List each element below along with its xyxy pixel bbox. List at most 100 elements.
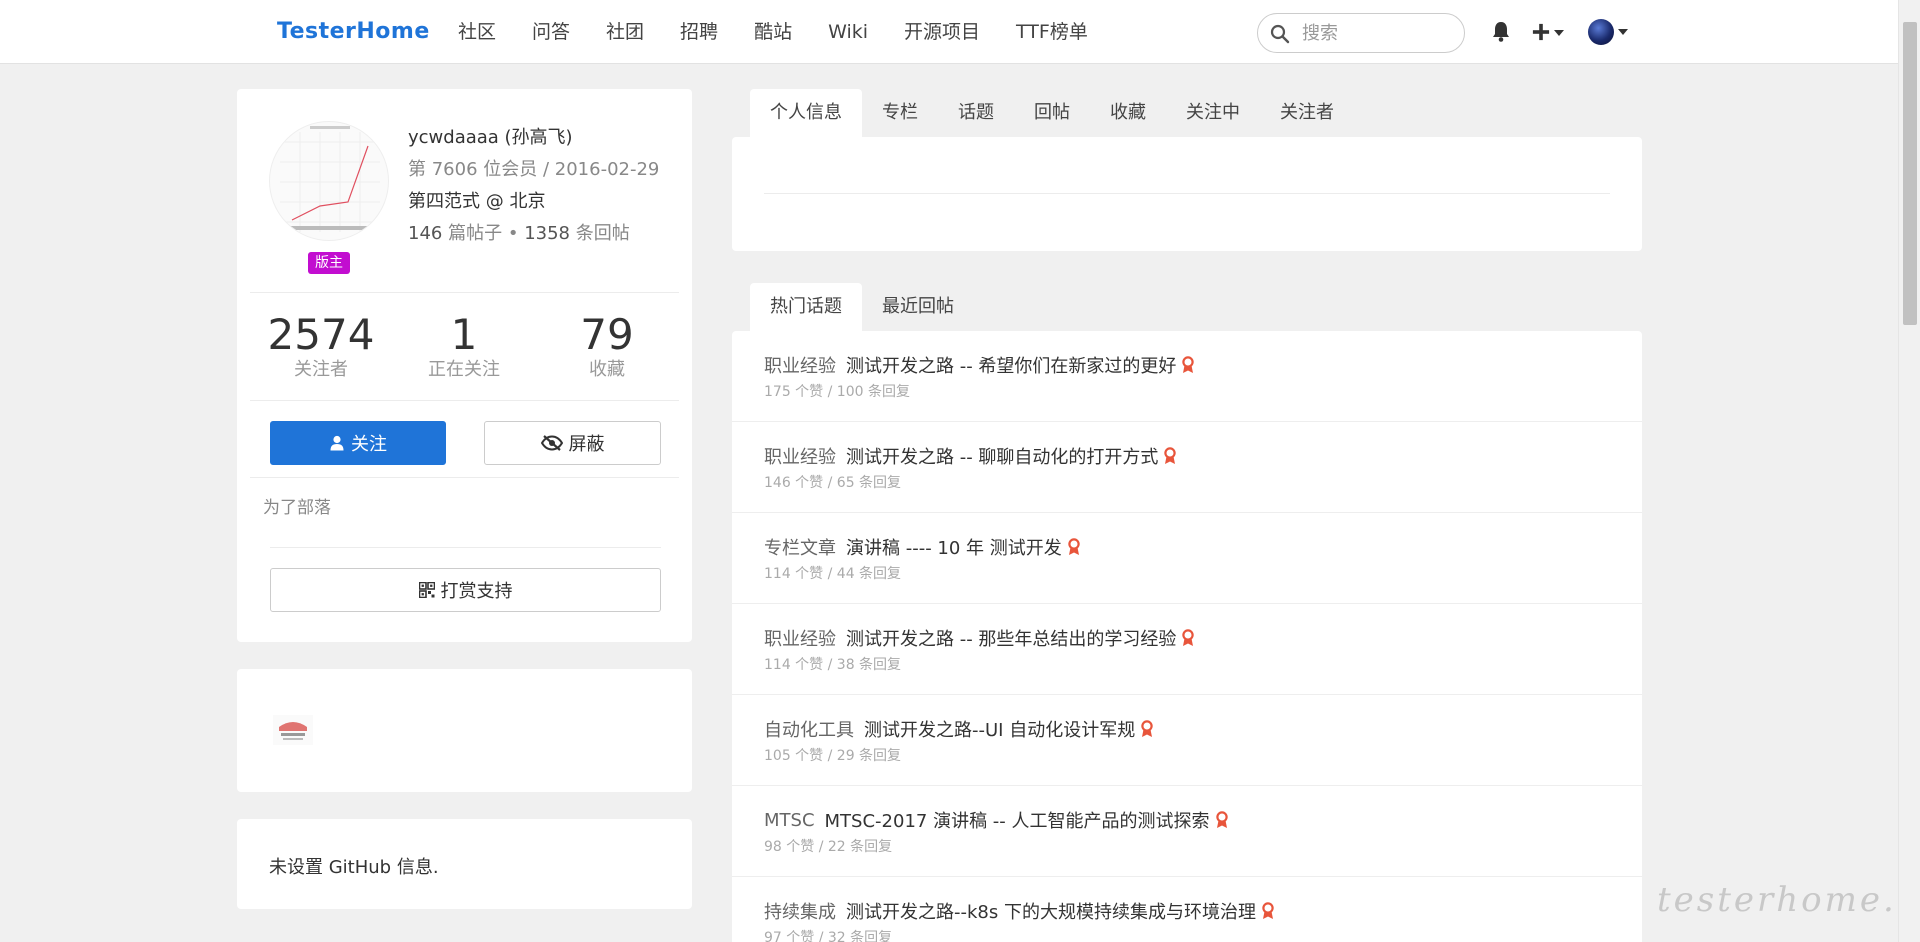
member-info: 第 7606 位会员 / 2016-02-29	[408, 159, 660, 180]
block-button-label: 屏蔽	[568, 434, 605, 455]
nav-link-wiki[interactable]: Wiki	[810, 0, 886, 64]
new-menu-button[interactable]	[1532, 18, 1566, 46]
topic-item: 职业经验 测试开发之路 -- 希望你们在新家过的更好 175 个赞 / 100 …	[732, 331, 1642, 422]
user-menu-button[interactable]	[1588, 18, 1633, 46]
topic-node[interactable]: 持续集成	[764, 898, 836, 924]
profile-card: 版主 ycwdaaaa (孙高飞) 第 7606 位会员 / 2016-02-2…	[237, 89, 692, 642]
brand-logo[interactable]: TesterHome	[277, 19, 430, 44]
profile-avatar-image	[280, 126, 380, 232]
topic-item: 职业经验 测试开发之路 -- 那些年总结出的学习经验 114 个赞 / 38 条…	[732, 604, 1642, 695]
search-input[interactable]	[1302, 22, 1452, 44]
topic-meta: 175 个赞 / 100 条回复	[764, 384, 910, 400]
divider	[764, 193, 1610, 194]
award-icon	[1215, 811, 1228, 828]
top-navbar: TesterHome 社区 问答 社团 招聘 酷站 Wiki 开源项目 TTF榜…	[0, 0, 1898, 64]
topic-title-row: 职业经验 测试开发之路 -- 聊聊自动化的打开方式	[764, 443, 1177, 469]
topic-meta: 98 个赞 / 22 条回复	[764, 839, 893, 855]
award-icon	[1262, 902, 1274, 919]
block-button[interactable]: 屏蔽	[484, 421, 661, 465]
award-icon	[1141, 720, 1153, 737]
tab-personal-info[interactable]: 个人信息	[750, 89, 862, 137]
eye-slash-icon	[540, 435, 563, 451]
nav-link-community[interactable]: 社区	[440, 0, 514, 64]
posts-count: 146	[408, 223, 443, 244]
award-icon	[1182, 629, 1195, 646]
divider	[250, 292, 679, 293]
divider	[270, 547, 661, 548]
reward-button[interactable]: 打赏支持	[270, 568, 661, 612]
profile-company: 第四范式 @ 北京	[408, 191, 546, 212]
tab-replies[interactable]: 回帖	[1014, 89, 1090, 137]
topic-tabs: 热门话题 最近回帖	[750, 283, 974, 331]
reward-button-label: 打赏支持	[440, 581, 513, 602]
follow-button-label: 关注	[351, 434, 387, 455]
nav-link-jobs[interactable]: 招聘	[662, 0, 736, 64]
profile-bio: 为了部落	[263, 498, 331, 518]
topic-title[interactable]: 测试开发之路 -- 希望你们在新家过的更好	[846, 352, 1176, 378]
github-info-text: 未设置 GitHub 信息.	[269, 857, 439, 878]
topic-title-row: 职业经验 测试开发之路 -- 那些年总结出的学习经验	[764, 625, 1195, 651]
topic-title-row: MTSC MTSC-2017 演讲稿 -- 人工智能产品的测试探索	[764, 807, 1229, 833]
topic-title[interactable]: 测试开发之路--UI 自动化设计军规	[864, 716, 1135, 742]
chevron-down-icon	[1618, 29, 1628, 35]
topic-meta: 114 个赞 / 44 条回复	[764, 566, 902, 582]
topic-title[interactable]: 演讲稿 ---- 10 年 测试开发	[846, 534, 1062, 560]
tab-column[interactable]: 专栏	[862, 89, 938, 137]
chevron-down-icon	[1554, 30, 1564, 36]
topic-item: 自动化工具 测试开发之路--UI 自动化设计军规 105 个赞 / 29 条回复	[732, 695, 1642, 786]
stat-followers[interactable]: 2574 关注者	[251, 311, 391, 381]
tab-followers[interactable]: 关注者	[1260, 89, 1354, 137]
topic-node[interactable]: 专栏文章	[764, 534, 836, 560]
nav-link-teams[interactable]: 社团	[588, 0, 662, 64]
profile-tabs: 个人信息 专栏 话题 回帖 收藏 关注中 关注者	[750, 89, 1354, 137]
profile-name: ycwdaaaa (孙高飞)	[408, 127, 573, 148]
topic-meta: 114 个赞 / 38 条回复	[764, 657, 902, 673]
replies-count: 1358	[524, 223, 570, 244]
topic-title[interactable]: 测试开发之路--k8s 下的大规模持续集成与环境治理	[846, 898, 1256, 924]
scrollbar-thumb[interactable]	[1903, 22, 1917, 325]
role-badge: 版主	[308, 252, 350, 274]
profile-avatar	[269, 121, 389, 241]
topic-meta: 105 个赞 / 29 条回复	[764, 748, 902, 764]
bell-icon[interactable]	[1490, 20, 1512, 44]
personal-info-panel	[732, 137, 1642, 251]
topic-title[interactable]: MTSC-2017 演讲稿 -- 人工智能产品的测试探索	[825, 807, 1210, 833]
topic-meta: 146 个赞 / 65 条回复	[764, 475, 902, 491]
tab-topics[interactable]: 话题	[938, 89, 1014, 137]
follow-button[interactable]: 关注	[270, 421, 446, 465]
topic-node[interactable]: 自动化工具	[764, 716, 854, 742]
tab-hot-topics[interactable]: 热门话题	[750, 283, 862, 331]
topic-title-row: 自动化工具 测试开发之路--UI 自动化设计军规	[764, 716, 1154, 742]
search-icon	[1270, 24, 1290, 44]
topic-item: 持续集成 测试开发之路--k8s 下的大规模持续集成与环境治理 97 个赞 / …	[732, 877, 1642, 942]
topic-title[interactable]: 测试开发之路 -- 那些年总结出的学习经验	[846, 625, 1176, 651]
tab-following[interactable]: 关注中	[1166, 89, 1260, 137]
topic-meta: 97 个赞 / 32 条回复	[764, 930, 893, 942]
topic-list: 职业经验 测试开发之路 -- 希望你们在新家过的更好 175 个赞 / 100 …	[732, 331, 1642, 942]
topic-item: MTSC MTSC-2017 演讲稿 -- 人工智能产品的测试探索 98 个赞 …	[732, 786, 1642, 877]
tab-favorites[interactable]: 收藏	[1090, 89, 1166, 137]
topic-node[interactable]: MTSC	[764, 810, 815, 831]
posts-label: 篇帖子	[448, 223, 503, 244]
topic-node[interactable]: 职业经验	[764, 352, 836, 378]
nav-link-qa[interactable]: 问答	[514, 0, 588, 64]
page-scrollbar[interactable]	[1898, 0, 1920, 942]
award-icon	[1164, 447, 1177, 464]
tab-recent-replies[interactable]: 最近回帖	[862, 283, 974, 331]
nav-link-opensource[interactable]: 开源项目	[886, 0, 998, 64]
stat-value: 79	[580, 310, 634, 359]
stat-favorites[interactable]: 79 收藏	[537, 311, 677, 381]
nav-link-ttf-ranking[interactable]: TTF榜单	[998, 0, 1106, 64]
award-icon	[1182, 356, 1195, 373]
user-icon	[330, 435, 344, 451]
user-avatar	[1588, 19, 1614, 45]
stat-value: 2574	[267, 310, 375, 359]
topic-node[interactable]: 职业经验	[764, 443, 836, 469]
topic-title[interactable]: 测试开发之路 -- 聊聊自动化的打开方式	[846, 443, 1158, 469]
replies-label: 条回帖	[575, 223, 630, 244]
nav-link-sites[interactable]: 酷站	[736, 0, 810, 64]
award-icon	[1068, 538, 1080, 555]
stat-following[interactable]: 1 正在关注	[394, 311, 534, 381]
topic-item: 职业经验 测试开发之路 -- 聊聊自动化的打开方式 146 个赞 / 65 条回…	[732, 422, 1642, 513]
topic-node[interactable]: 职业经验	[764, 625, 836, 651]
